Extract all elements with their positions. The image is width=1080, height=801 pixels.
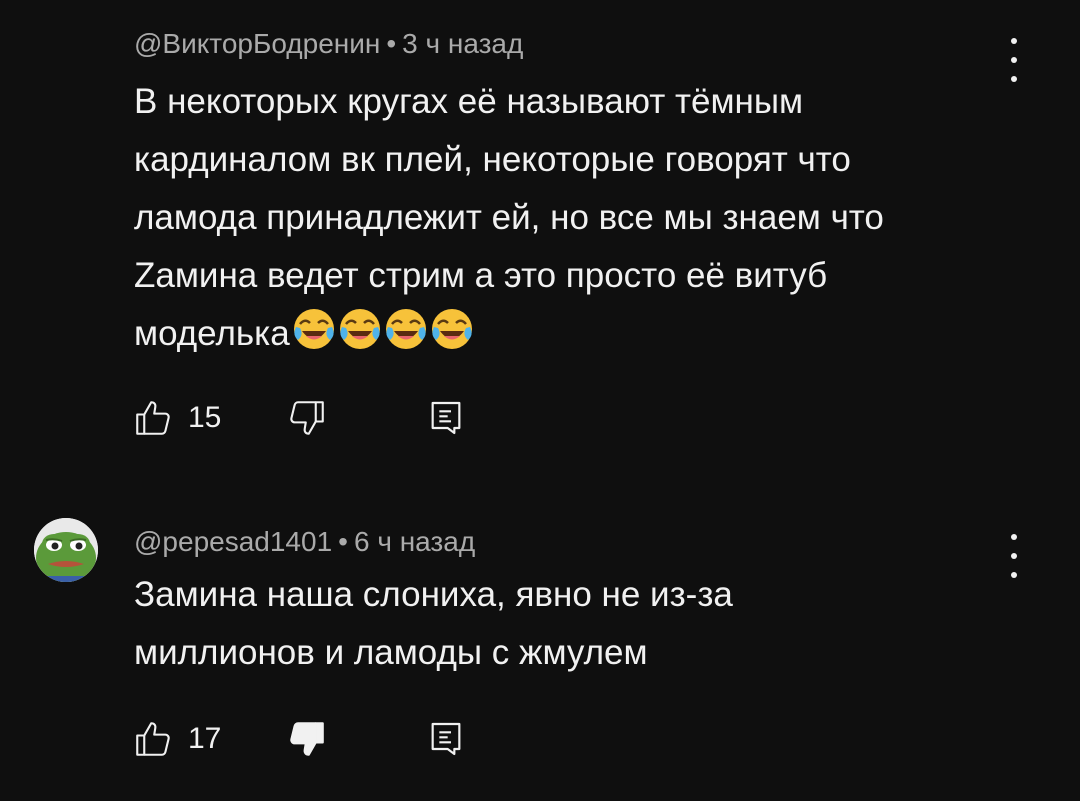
comment-text-line-last: моделька: [134, 305, 1014, 363]
separator-dot: •: [338, 526, 348, 557]
thumbs-down-icon: [290, 401, 324, 435]
author-name[interactable]: @pepesad1401: [134, 526, 332, 557]
reply-comment-icon: [431, 401, 461, 435]
comment-text-word: моделька: [134, 314, 290, 353]
pepe-frog-avatar: [34, 518, 98, 582]
thumbs-up-icon: [136, 722, 170, 756]
face-with-tears-of-joy-icon: [431, 309, 472, 349]
reply-button[interactable]: [426, 393, 466, 443]
thumbs-down-icon: [290, 722, 324, 756]
author-name[interactable]: @ВикторБодренин: [134, 28, 380, 59]
dislike-button[interactable]: [286, 714, 328, 764]
comment-text-line: кардиналом вк плей, некоторые говорят чт…: [134, 140, 851, 179]
face-with-tears-of-joy-icon: [339, 309, 380, 349]
comment-time[interactable]: 6 ч назад: [354, 526, 475, 557]
comment: @pepesad1401 • 6 ч назад Замина наша слони…: [0, 500, 1080, 801]
face-with-tears-of-joy-icon: [385, 309, 426, 349]
comment-actions: 15: [132, 393, 552, 443]
like-button[interactable]: 17: [132, 714, 221, 764]
avatar[interactable]: [34, 518, 98, 582]
comment-header: @ВикторБодренин • 3 ч назад: [134, 28, 523, 60]
comment-text-line: миллионов и ламоды с жмулем: [134, 633, 648, 672]
comment-actions: 17: [132, 714, 552, 764]
like-button[interactable]: 15: [132, 393, 221, 443]
comment-text-line: Zамина ведет стрим а это просто её витуб: [134, 256, 828, 295]
like-count: 15: [188, 401, 222, 434]
like-count: 17: [188, 722, 222, 755]
reply-comment-icon: [431, 722, 461, 756]
reply-button[interactable]: [426, 714, 466, 764]
dislike-button[interactable]: [286, 393, 328, 443]
comment: @ВикторБодренин • 3 ч назад В некоторых кр…: [0, 0, 1080, 480]
comment-text: Замина наша слониха, явно не из-за милли…: [134, 566, 1014, 682]
separator-dot: •: [386, 28, 397, 59]
comment-text-line: Замина наша слониха, явно не из-за: [134, 575, 733, 614]
comment-header: @pepesad1401 • 6 ч назад: [134, 526, 475, 558]
comment-time[interactable]: 3 ч назад: [402, 28, 523, 59]
comment-text: В некоторых кругах её называют тёмным ка…: [134, 73, 1014, 363]
face-with-tears-of-joy-icon: [293, 309, 334, 349]
comment-text-line: В некоторых кругах её называют тёмным: [134, 82, 804, 121]
thumbs-up-icon: [136, 401, 170, 435]
comment-text-line: ламода принадлежит ей, но все мы знаем ч…: [134, 198, 884, 237]
